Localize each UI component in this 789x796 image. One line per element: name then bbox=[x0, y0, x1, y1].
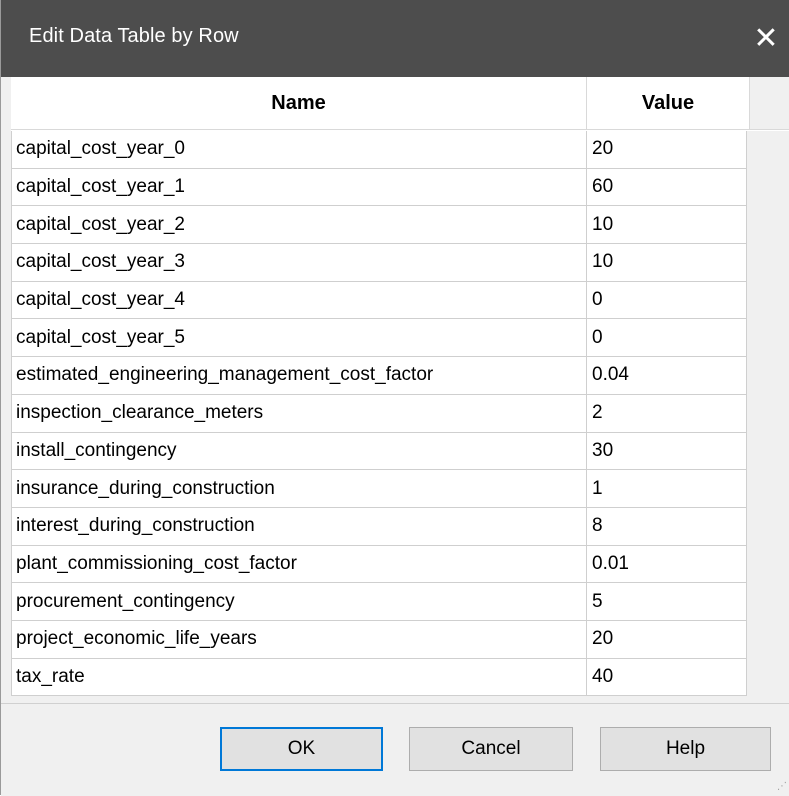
value-cell[interactable]: 40 bbox=[587, 658, 747, 697]
value-cell[interactable]: 0 bbox=[587, 319, 747, 358]
table-row[interactable]: tax_rate 40 bbox=[11, 658, 747, 697]
table-row[interactable]: capital_cost_year_4 0 bbox=[11, 281, 747, 320]
name-cell[interactable]: capital_cost_year_1 bbox=[11, 168, 587, 207]
table-row[interactable]: inspection_clearance_meters 2 bbox=[11, 394, 747, 433]
name-cell[interactable]: capital_cost_year_4 bbox=[11, 281, 587, 320]
table-row[interactable]: insurance_during_construction 1 bbox=[11, 470, 747, 508]
table-row[interactable]: capital_cost_year_5 0 bbox=[11, 319, 747, 358]
value-cell[interactable]: 60 bbox=[587, 168, 747, 207]
ok-button[interactable]: OK bbox=[220, 727, 383, 771]
title-bar: Edit Data Table by Row ✕ bbox=[1, 0, 789, 77]
column-header-name[interactable]: Name bbox=[11, 77, 587, 130]
name-cell[interactable]: inspection_clearance_meters bbox=[11, 394, 587, 433]
cancel-button[interactable]: Cancel bbox=[409, 727, 573, 771]
name-cell[interactable]: procurement_contingency bbox=[11, 583, 587, 621]
value-cell[interactable]: 20 bbox=[587, 131, 747, 169]
name-cell[interactable]: capital_cost_year_2 bbox=[11, 206, 587, 245]
table-row[interactable]: plant_commissioning_cost_factor 0.01 bbox=[11, 545, 747, 584]
name-cell[interactable]: install_contingency bbox=[11, 432, 587, 471]
value-cell[interactable]: 0.04 bbox=[587, 357, 747, 395]
table-row[interactable]: capital_cost_year_2 10 bbox=[11, 206, 747, 245]
name-cell[interactable]: insurance_during_construction bbox=[11, 470, 587, 508]
name-cell[interactable]: interest_during_construction bbox=[11, 507, 587, 546]
value-cell[interactable]: 10 bbox=[587, 244, 747, 282]
value-cell[interactable]: 0.01 bbox=[587, 545, 747, 584]
table-row[interactable]: estimated_engineering_management_cost_fa… bbox=[11, 357, 747, 395]
column-header-value[interactable]: Value bbox=[587, 77, 750, 130]
value-cell[interactable]: 10 bbox=[587, 206, 747, 245]
name-cell[interactable]: capital_cost_year_3 bbox=[11, 244, 587, 282]
value-cell[interactable]: 5 bbox=[587, 583, 747, 621]
table-row[interactable]: install_contingency 30 bbox=[11, 432, 747, 471]
name-cell[interactable]: tax_rate bbox=[11, 658, 587, 697]
table-row[interactable]: capital_cost_year_1 60 bbox=[11, 168, 747, 207]
dialog-title: Edit Data Table by Row bbox=[29, 25, 239, 47]
value-cell[interactable]: 2 bbox=[587, 394, 747, 433]
button-bar: OK Cancel Help ⋰ bbox=[1, 703, 789, 796]
table-row[interactable]: procurement_contingency 5 bbox=[11, 583, 747, 621]
value-cell[interactable]: 0 bbox=[587, 281, 747, 320]
name-cell[interactable]: estimated_engineering_management_cost_fa… bbox=[11, 357, 587, 395]
header-filler bbox=[750, 77, 789, 130]
data-table: Name Value capital_cost_year_0 20 capital_… bbox=[11, 77, 789, 701]
name-cell[interactable]: plant_commissioning_cost_factor bbox=[11, 545, 587, 584]
name-cell[interactable]: capital_cost_year_5 bbox=[11, 319, 587, 358]
table-row[interactable]: project_economic_life_years 20 bbox=[11, 620, 747, 659]
table-header: Name Value bbox=[11, 77, 789, 131]
value-cell[interactable]: 8 bbox=[587, 507, 747, 546]
help-button[interactable]: Help bbox=[600, 727, 771, 771]
value-cell[interactable]: 1 bbox=[587, 470, 747, 508]
value-cell[interactable]: 20 bbox=[587, 620, 747, 659]
resize-grip-icon[interactable]: ⋰ bbox=[777, 781, 787, 792]
close-icon[interactable]: ✕ bbox=[742, 0, 789, 77]
table-row[interactable]: interest_during_construction 8 bbox=[11, 507, 747, 546]
table-row[interactable]: capital_cost_year_3 10 bbox=[11, 244, 747, 282]
value-cell[interactable]: 30 bbox=[587, 432, 747, 471]
name-cell[interactable]: project_economic_life_years bbox=[11, 620, 587, 659]
name-cell[interactable]: capital_cost_year_0 bbox=[11, 131, 587, 169]
table-body: capital_cost_year_0 20 capital_cost_year_1… bbox=[11, 131, 747, 697]
edit-data-table-dialog: Edit Data Table by Row ✕ Name Value capi… bbox=[0, 0, 789, 796]
table-row[interactable]: capital_cost_year_0 20 bbox=[11, 131, 747, 169]
